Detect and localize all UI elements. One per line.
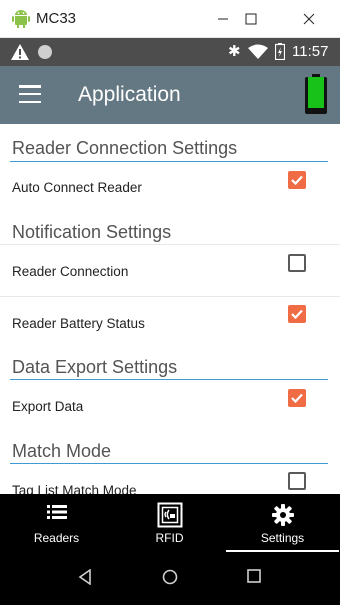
tag-list-match-mode-label: Tag List Match Mode — [12, 483, 137, 494]
home-icon[interactable] — [162, 569, 178, 585]
back-icon[interactable] — [78, 569, 92, 585]
notification-dot-icon — [38, 45, 52, 59]
section-title-notification: Notification Settings — [12, 222, 172, 242]
status-battery-icon — [275, 43, 285, 60]
checkmark-icon — [291, 393, 303, 404]
reader-battery-status-checkbox[interactable] — [288, 305, 306, 323]
reader-battery-icon — [305, 74, 327, 114]
export-data-label: Export Data — [12, 399, 84, 414]
gear-icon — [271, 504, 294, 526]
android-icon — [12, 10, 30, 28]
section-title-data-export: Data Export Settings — [12, 357, 178, 377]
bluetooth-icon: ✱ — [228, 43, 241, 60]
window-titlebar: MC33 — [0, 0, 340, 38]
nav-readers-label: Readers — [33, 531, 80, 545]
auto-connect-reader-label: Auto Connect Reader — [12, 180, 142, 195]
reader-connection-label: Reader Connection — [12, 264, 129, 279]
system-nav-bar — [0, 552, 340, 605]
maximize-button[interactable] — [228, 0, 274, 38]
list-icon — [46, 505, 67, 519]
reader-connection-checkbox[interactable] — [288, 254, 306, 272]
window-title: MC33 — [36, 10, 77, 27]
menu-icon[interactable] — [19, 85, 41, 103]
section-divider — [10, 379, 328, 380]
section-title-reader-connection: Reader Connection Settings — [12, 138, 238, 158]
nav-settings[interactable]: Settings — [226, 494, 339, 552]
status-time: 11:57 — [292, 43, 329, 60]
section-divider — [10, 161, 328, 162]
settings-list[interactable]: Reader Connection Settings Auto Connect … — [0, 124, 340, 494]
page-title: Application — [78, 83, 181, 106]
close-icon — [303, 13, 315, 25]
section-title-match-mode: Match Mode — [12, 441, 112, 461]
warning-icon — [11, 44, 29, 60]
divider — [0, 244, 340, 245]
checkmark-icon — [291, 309, 303, 320]
section-divider — [10, 463, 328, 464]
nav-settings-label: Settings — [260, 531, 305, 545]
auto-connect-reader-checkbox[interactable] — [288, 171, 306, 189]
close-button[interactable] — [286, 0, 332, 38]
recents-icon[interactable] — [247, 569, 261, 583]
bottom-nav: Readers RFID Settings — [0, 494, 340, 552]
tag-list-match-mode-checkbox[interactable] — [288, 472, 306, 490]
status-bar: ✱ 11:57 — [0, 38, 340, 66]
maximize-icon — [245, 13, 257, 25]
export-data-checkbox[interactable] — [288, 389, 306, 407]
nav-rfid[interactable]: RFID — [113, 494, 226, 552]
rfid-icon — [157, 502, 182, 528]
app-bar: Application — [0, 66, 340, 124]
reader-battery-status-label: Reader Battery Status — [12, 316, 145, 331]
nav-rfid-label: RFID — [155, 531, 184, 545]
wifi-icon — [248, 44, 268, 59]
checkmark-icon — [291, 175, 303, 186]
divider — [0, 296, 340, 297]
nav-readers[interactable]: Readers — [0, 494, 113, 552]
